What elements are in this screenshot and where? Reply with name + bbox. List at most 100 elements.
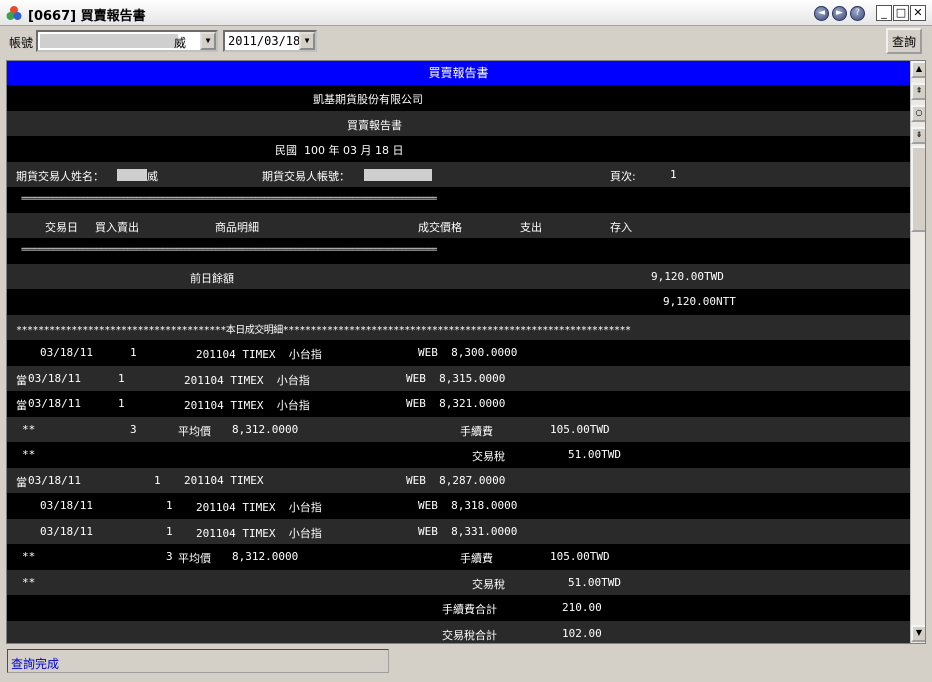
table-row: ** 3 平均價 8,312.0000 手續費 105.00TWD	[7, 416, 910, 442]
tax-label: 交易稅	[472, 450, 505, 463]
trade-product: 201104 TIMEX 小台指	[196, 501, 322, 514]
trade-qty: 1	[118, 371, 125, 385]
trade-price: WEB 8,300.0000	[418, 346, 518, 359]
trade-price: WEB 8,315.0000	[406, 371, 506, 385]
avg-price-label: 平均價	[178, 552, 211, 565]
tax-value: 51.00TWD	[568, 575, 621, 589]
scroll-page-up-icon[interactable]: ⇞	[911, 83, 925, 100]
title-bar: [0667] 買賣報告書 ◄ ► ? _ □ ✕	[0, 0, 932, 26]
scroll-up-icon[interactable]: ▲	[911, 61, 925, 78]
vertical-scrollbar[interactable]: ▲ ⇞ ○ ⇟ ▼	[910, 61, 925, 643]
date-dropdown[interactable]: 2011/03/18 ▼	[223, 30, 317, 52]
table-row: 9,120.00NTT	[7, 289, 910, 315]
trade-date: 03/18/11	[40, 499, 93, 512]
trade-date: 03/18/11	[40, 524, 93, 538]
status-text: 查詢完成	[11, 657, 60, 671]
table-row: **************************************本日…	[7, 314, 910, 340]
trader-account-label: 期貨交易人帳號：	[262, 169, 350, 183]
table-row: ========================================…	[7, 187, 910, 213]
summary-qty: 3	[166, 550, 173, 563]
maximize-icon[interactable]: □	[893, 5, 909, 21]
trade-product: 201104 TIMEX 小台指	[184, 373, 310, 387]
tax-value: 51.00TWD	[568, 448, 621, 461]
trade-qty: 1	[154, 473, 161, 487]
company-name: 凱基期貨股份有限公司	[313, 93, 423, 106]
table-row: ** 交易稅 51.00TWD	[7, 569, 910, 595]
fee-label: 手續費	[460, 552, 493, 565]
trade-prefix: 當	[16, 475, 27, 489]
avg-price-value: 8,312.0000	[232, 422, 299, 436]
date-value: 2011/03/18	[228, 34, 301, 48]
trade-prefix: 當	[16, 399, 27, 412]
table-row: 民國 100 年 03 月 18 日	[7, 136, 910, 162]
column-deposit: 存入	[610, 220, 632, 234]
report-subtitle: 買賣報告書	[347, 118, 402, 132]
table-row: 當 03/18/11 1 201104 TIMEX 小台指 WEB 8,321.…	[7, 391, 910, 417]
prev-balance-twd: 9,120.00TWD	[651, 269, 724, 283]
chevron-down-icon[interactable]: ▼	[200, 32, 216, 50]
back-circle-icon[interactable]: ◄	[814, 6, 829, 21]
summary-marker: **	[22, 422, 36, 436]
chevron-down-icon[interactable]: ▼	[299, 32, 315, 50]
table-row: 手續費合計 210.00	[7, 595, 910, 621]
avg-price-value: 8,312.0000	[232, 550, 299, 563]
table-row: 03/18/11 1 201104 TIMEX 小台指 WEB 8,300.00…	[7, 340, 910, 366]
app-logo-icon	[6, 6, 22, 20]
account-dropdown[interactable]: 威 ▼	[36, 30, 218, 52]
scroll-center-icon[interactable]: ○	[911, 105, 925, 122]
trade-qty: 1	[130, 346, 137, 359]
fee-total-value: 210.00	[562, 601, 602, 614]
table-row: 交易稅合計 102.00	[7, 620, 910, 643]
prev-balance-label: 前日餘額	[190, 271, 234, 285]
table-row: ========================================…	[7, 238, 910, 264]
summary-qty: 3	[130, 422, 137, 436]
separator-line: ========================================…	[21, 194, 437, 204]
trade-price: WEB 8,321.0000	[406, 397, 506, 410]
trade-date: 03/18/11	[28, 371, 81, 385]
page-label: 頁次:	[610, 169, 636, 183]
account-label: 帳號	[9, 36, 34, 50]
minimize-icon[interactable]: _	[876, 5, 892, 21]
page-value: 1	[670, 167, 677, 181]
prev-balance-ntt: 9,120.00NTT	[663, 295, 736, 308]
table-row: 當 03/18/11 1 201104 TIMEX WEB 8,287.0000	[7, 467, 910, 493]
report-date: 民國 100 年 03 月 18 日	[275, 144, 404, 157]
trader-name-label: 期貨交易人姓名：	[16, 169, 104, 183]
window-title: [0667] 買賣報告書	[28, 9, 146, 24]
table-row: ** 交易稅 51.00TWD	[7, 442, 910, 468]
masked-trader-account	[364, 168, 432, 181]
today-detail-line: **************************************本日…	[16, 324, 631, 336]
scroll-thumb[interactable]	[911, 146, 925, 232]
summary-marker: **	[22, 575, 36, 589]
avg-price-label: 平均價	[178, 424, 211, 438]
scroll-page-down-icon[interactable]: ⇟	[911, 127, 925, 144]
trade-price: WEB 8,287.0000	[406, 473, 506, 487]
report-rows: 凱基期貨股份有限公司 買賣報告書 民國 100 年 03 月 18 日 期貨交易…	[7, 85, 910, 643]
trader-name-suffix: 威	[147, 169, 158, 183]
column-trade-date: 交易日	[45, 220, 78, 234]
trade-date: 03/18/11	[40, 346, 93, 359]
fee-label: 手續費	[460, 424, 493, 438]
trade-prefix: 當	[16, 373, 27, 387]
summary-marker: **	[22, 448, 36, 461]
masked-trader-name	[117, 168, 147, 181]
help-circle-icon[interactable]: ?	[850, 6, 865, 21]
query-button[interactable]: 查詢	[886, 28, 922, 54]
trade-date: 03/18/11	[28, 397, 81, 410]
scroll-down-icon[interactable]: ▼	[911, 625, 925, 642]
trade-product: 201104 TIMEX 小台指	[196, 526, 322, 540]
table-row: ** 3 平均價 8,312.0000 手續費 105.00TWD	[7, 544, 910, 570]
trade-product: 201104 TIMEX 小台指	[196, 348, 322, 361]
close-icon[interactable]: ✕	[910, 5, 926, 21]
fee-value: 105.00TWD	[550, 422, 610, 436]
table-row: 期貨交易人姓名： 威 期貨交易人帳號： 頁次: 1	[7, 161, 910, 187]
forward-circle-icon[interactable]: ►	[832, 6, 847, 21]
separator-line: ========================================…	[21, 245, 437, 255]
table-row: 交易日 買入賣出 商品明細 成交價格 支出 存入	[7, 212, 910, 238]
trade-qty: 1	[166, 524, 173, 538]
column-product: 商品明細	[215, 220, 259, 234]
trade-product: 201104 TIMEX 小台指	[184, 399, 310, 412]
column-price: 成交價格	[418, 220, 462, 234]
fee-value: 105.00TWD	[550, 550, 610, 563]
masked-account-value	[40, 34, 178, 48]
